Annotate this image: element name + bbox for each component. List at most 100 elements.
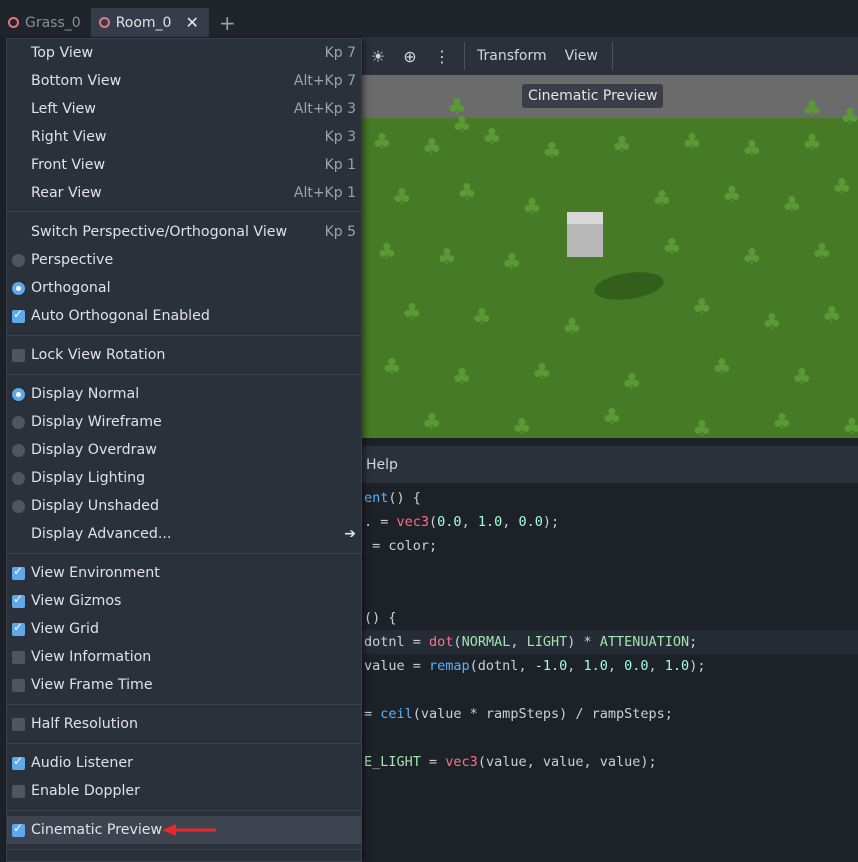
grass-tuft: ♣	[762, 310, 782, 335]
menu-item-label: View Gizmos	[31, 593, 122, 609]
menu-item-label: Perspective	[31, 252, 114, 268]
checkbox-unchecked-icon[interactable]	[12, 348, 25, 362]
add-tab-icon[interactable]: +	[209, 8, 246, 37]
menu-item-view-gizmos[interactable]: View Gizmos	[7, 587, 361, 615]
code-line[interactable]	[362, 582, 858, 606]
menu-item-front-view[interactable]: Front View Kp 1	[7, 151, 361, 179]
grass-tuft: ♣	[512, 415, 532, 438]
menu-separator	[7, 374, 361, 375]
kebab-menu-icon[interactable]: ⋮	[426, 37, 458, 75]
menu-item-enable-doppler[interactable]: Enable Doppler	[7, 777, 361, 805]
grass-tuft: ♣	[622, 370, 642, 395]
code-line[interactable]	[362, 678, 858, 702]
menu-separator	[7, 553, 361, 554]
code-line[interactable]: ent() {	[362, 486, 858, 510]
menu-item-display-wireframe[interactable]: Display Wireframe	[7, 408, 361, 436]
toolbar-divider	[611, 42, 613, 70]
menu-item-audio-listener[interactable]: Audio Listener	[7, 749, 361, 777]
tab-label: Room_0	[115, 14, 172, 31]
checkbox-unchecked-icon[interactable]	[12, 717, 25, 731]
menu-item-switch-perspective[interactable]: Switch Perspective/Orthogonal View Kp 5	[7, 218, 361, 246]
code-line[interactable]: = ceil(value * rampSteps) / rampSteps;	[362, 702, 858, 726]
menu-item-display-unshaded[interactable]: Display Unshaded	[7, 492, 361, 520]
grass-tuft: ♣	[802, 131, 822, 156]
tab-grass[interactable]: Grass_0	[0, 8, 91, 37]
radio-selected-icon[interactable]	[12, 281, 25, 295]
menu-item-label: Orthogonal	[31, 280, 111, 296]
code-line[interactable]: = color;	[362, 534, 858, 558]
menu-item-display-lighting[interactable]: Display Lighting	[7, 464, 361, 492]
checkbox-checked-icon[interactable]	[12, 821, 25, 837]
code-line[interactable]	[362, 558, 858, 582]
menu-item-label: Front View	[31, 157, 106, 173]
menu-separator	[7, 810, 361, 811]
menu-item-label: Switch Perspective/Orthogonal View	[31, 224, 288, 240]
cube-top-face	[567, 212, 603, 224]
menu-item-orthogonal[interactable]: Orthogonal	[7, 274, 361, 302]
radio-unselected-icon[interactable]	[12, 471, 25, 485]
menu-item-rear-view[interactable]: Rear View Alt+Kp 1	[7, 179, 361, 207]
3d-viewport[interactable]: ♣ ♣ ♣ ♣ ♣ ♣ ♣ ♣ ♣ ♣ ♣ ♣ ♣ ♣ ♣ ♣ ♣ ♣ ♣ ♣ ♣ ♣ ♣ ♣ ♣ ♣ ♣ ♣ ♣ ♣ ♣ ♣ ♣ ♣ ♣ ♣ ♣ ♣ ♣ ♣…	[362, 75, 858, 438]
grass-tuft: ♣	[502, 250, 522, 275]
code-line[interactable]	[362, 726, 858, 750]
grass-tuft: ♣	[792, 365, 812, 390]
menu-item-view-environment[interactable]: View Environment	[7, 559, 361, 587]
menu-item-bottom-view[interactable]: Bottom View Alt+Kp 7	[7, 67, 361, 95]
menu-item-half-resolution[interactable]: Half Resolution	[7, 710, 361, 738]
checkbox-checked-icon[interactable]	[12, 307, 25, 323]
menu-item-auto-orthogonal[interactable]: Auto Orthogonal Enabled	[7, 302, 361, 330]
transform-menu-button[interactable]: Transform	[471, 48, 553, 64]
menu-item-label: Right View	[31, 129, 107, 145]
menu-item-perspective[interactable]: Perspective	[7, 246, 361, 274]
checkbox-unchecked-icon[interactable]	[12, 784, 25, 798]
tab-room[interactable]: Room_0 ✕	[90, 8, 209, 37]
help-menu-button[interactable]: Help	[366, 457, 398, 473]
menu-item-display-overdraw[interactable]: Display Overdraw	[7, 436, 361, 464]
radio-selected-icon[interactable]	[12, 387, 25, 401]
grass-tuft: ♣	[782, 193, 802, 218]
menu-item-label: View Information	[31, 649, 152, 665]
code-line[interactable]: . = vec3(0.0, 1.0, 0.0);	[362, 510, 858, 534]
code-line[interactable]: E_LIGHT = vec3(value, value, value);	[362, 750, 858, 774]
sun-icon[interactable]: ☀	[362, 37, 394, 75]
menu-item-display-advanced[interactable]: Display Advanced... ➔	[7, 520, 361, 548]
grass-tuft: ♣	[472, 305, 492, 330]
grass-tuft: ♣	[452, 365, 472, 390]
menu-item-view-frame-time[interactable]: View Frame Time	[7, 671, 361, 699]
radio-unselected-icon[interactable]	[12, 253, 25, 267]
radio-unselected-icon[interactable]	[12, 443, 25, 457]
menu-item-label: Cinematic Preview	[31, 822, 163, 838]
grass-tuft: ♣	[457, 180, 477, 205]
grass-tuft: ♣	[602, 405, 622, 430]
menu-item-label: View Frame Time	[31, 677, 153, 693]
code-line[interactable]: dotnl = dot(NORMAL, LIGHT) * ATTENUATION…	[362, 630, 858, 654]
checkbox-checked-icon[interactable]	[12, 620, 25, 636]
radio-unselected-icon[interactable]	[12, 415, 25, 429]
menu-item-right-view[interactable]: Right View Kp 3	[7, 123, 361, 151]
code-line[interactable]: value = remap(dotnl, -1.0, 1.0, 0.0, 1.0…	[362, 654, 858, 678]
checkbox-unchecked-icon[interactable]	[12, 650, 25, 664]
toolbar-divider	[464, 42, 465, 70]
code-line[interactable]: () {	[362, 606, 858, 630]
grass-tuft: ♣	[662, 235, 682, 260]
script-editor[interactable]: ent() {. = vec3(0.0, 1.0, 0.0); = color;…	[362, 483, 858, 862]
menu-item-lock-view-rotation[interactable]: Lock View Rotation	[7, 341, 361, 369]
checkbox-checked-icon[interactable]	[12, 564, 25, 580]
menu-item-top-view[interactable]: Top View Kp 7	[7, 39, 361, 67]
menu-item-display-normal[interactable]: Display Normal	[7, 380, 361, 408]
close-icon[interactable]: ✕	[185, 13, 198, 32]
menu-separator	[7, 335, 361, 336]
menu-item-view-grid[interactable]: View Grid	[7, 615, 361, 643]
menu-item-view-information[interactable]: View Information	[7, 643, 361, 671]
view-menu-button[interactable]: View	[559, 48, 604, 64]
checkbox-unchecked-icon[interactable]	[12, 678, 25, 692]
radio-unselected-icon[interactable]	[12, 499, 25, 513]
checkbox-checked-icon[interactable]	[12, 754, 25, 770]
menu-item-shortcut: Alt+Kp 7	[293, 73, 356, 89]
grass-tuft: ♣	[612, 133, 632, 158]
script-editor-menubar: Help	[362, 446, 858, 483]
menu-item-label: Auto Orthogonal Enabled	[31, 308, 210, 324]
checkbox-checked-icon[interactable]	[12, 592, 25, 608]
menu-item-left-view[interactable]: Left View Alt+Kp 3	[7, 95, 361, 123]
globe-icon[interactable]: ⊕	[394, 37, 426, 75]
